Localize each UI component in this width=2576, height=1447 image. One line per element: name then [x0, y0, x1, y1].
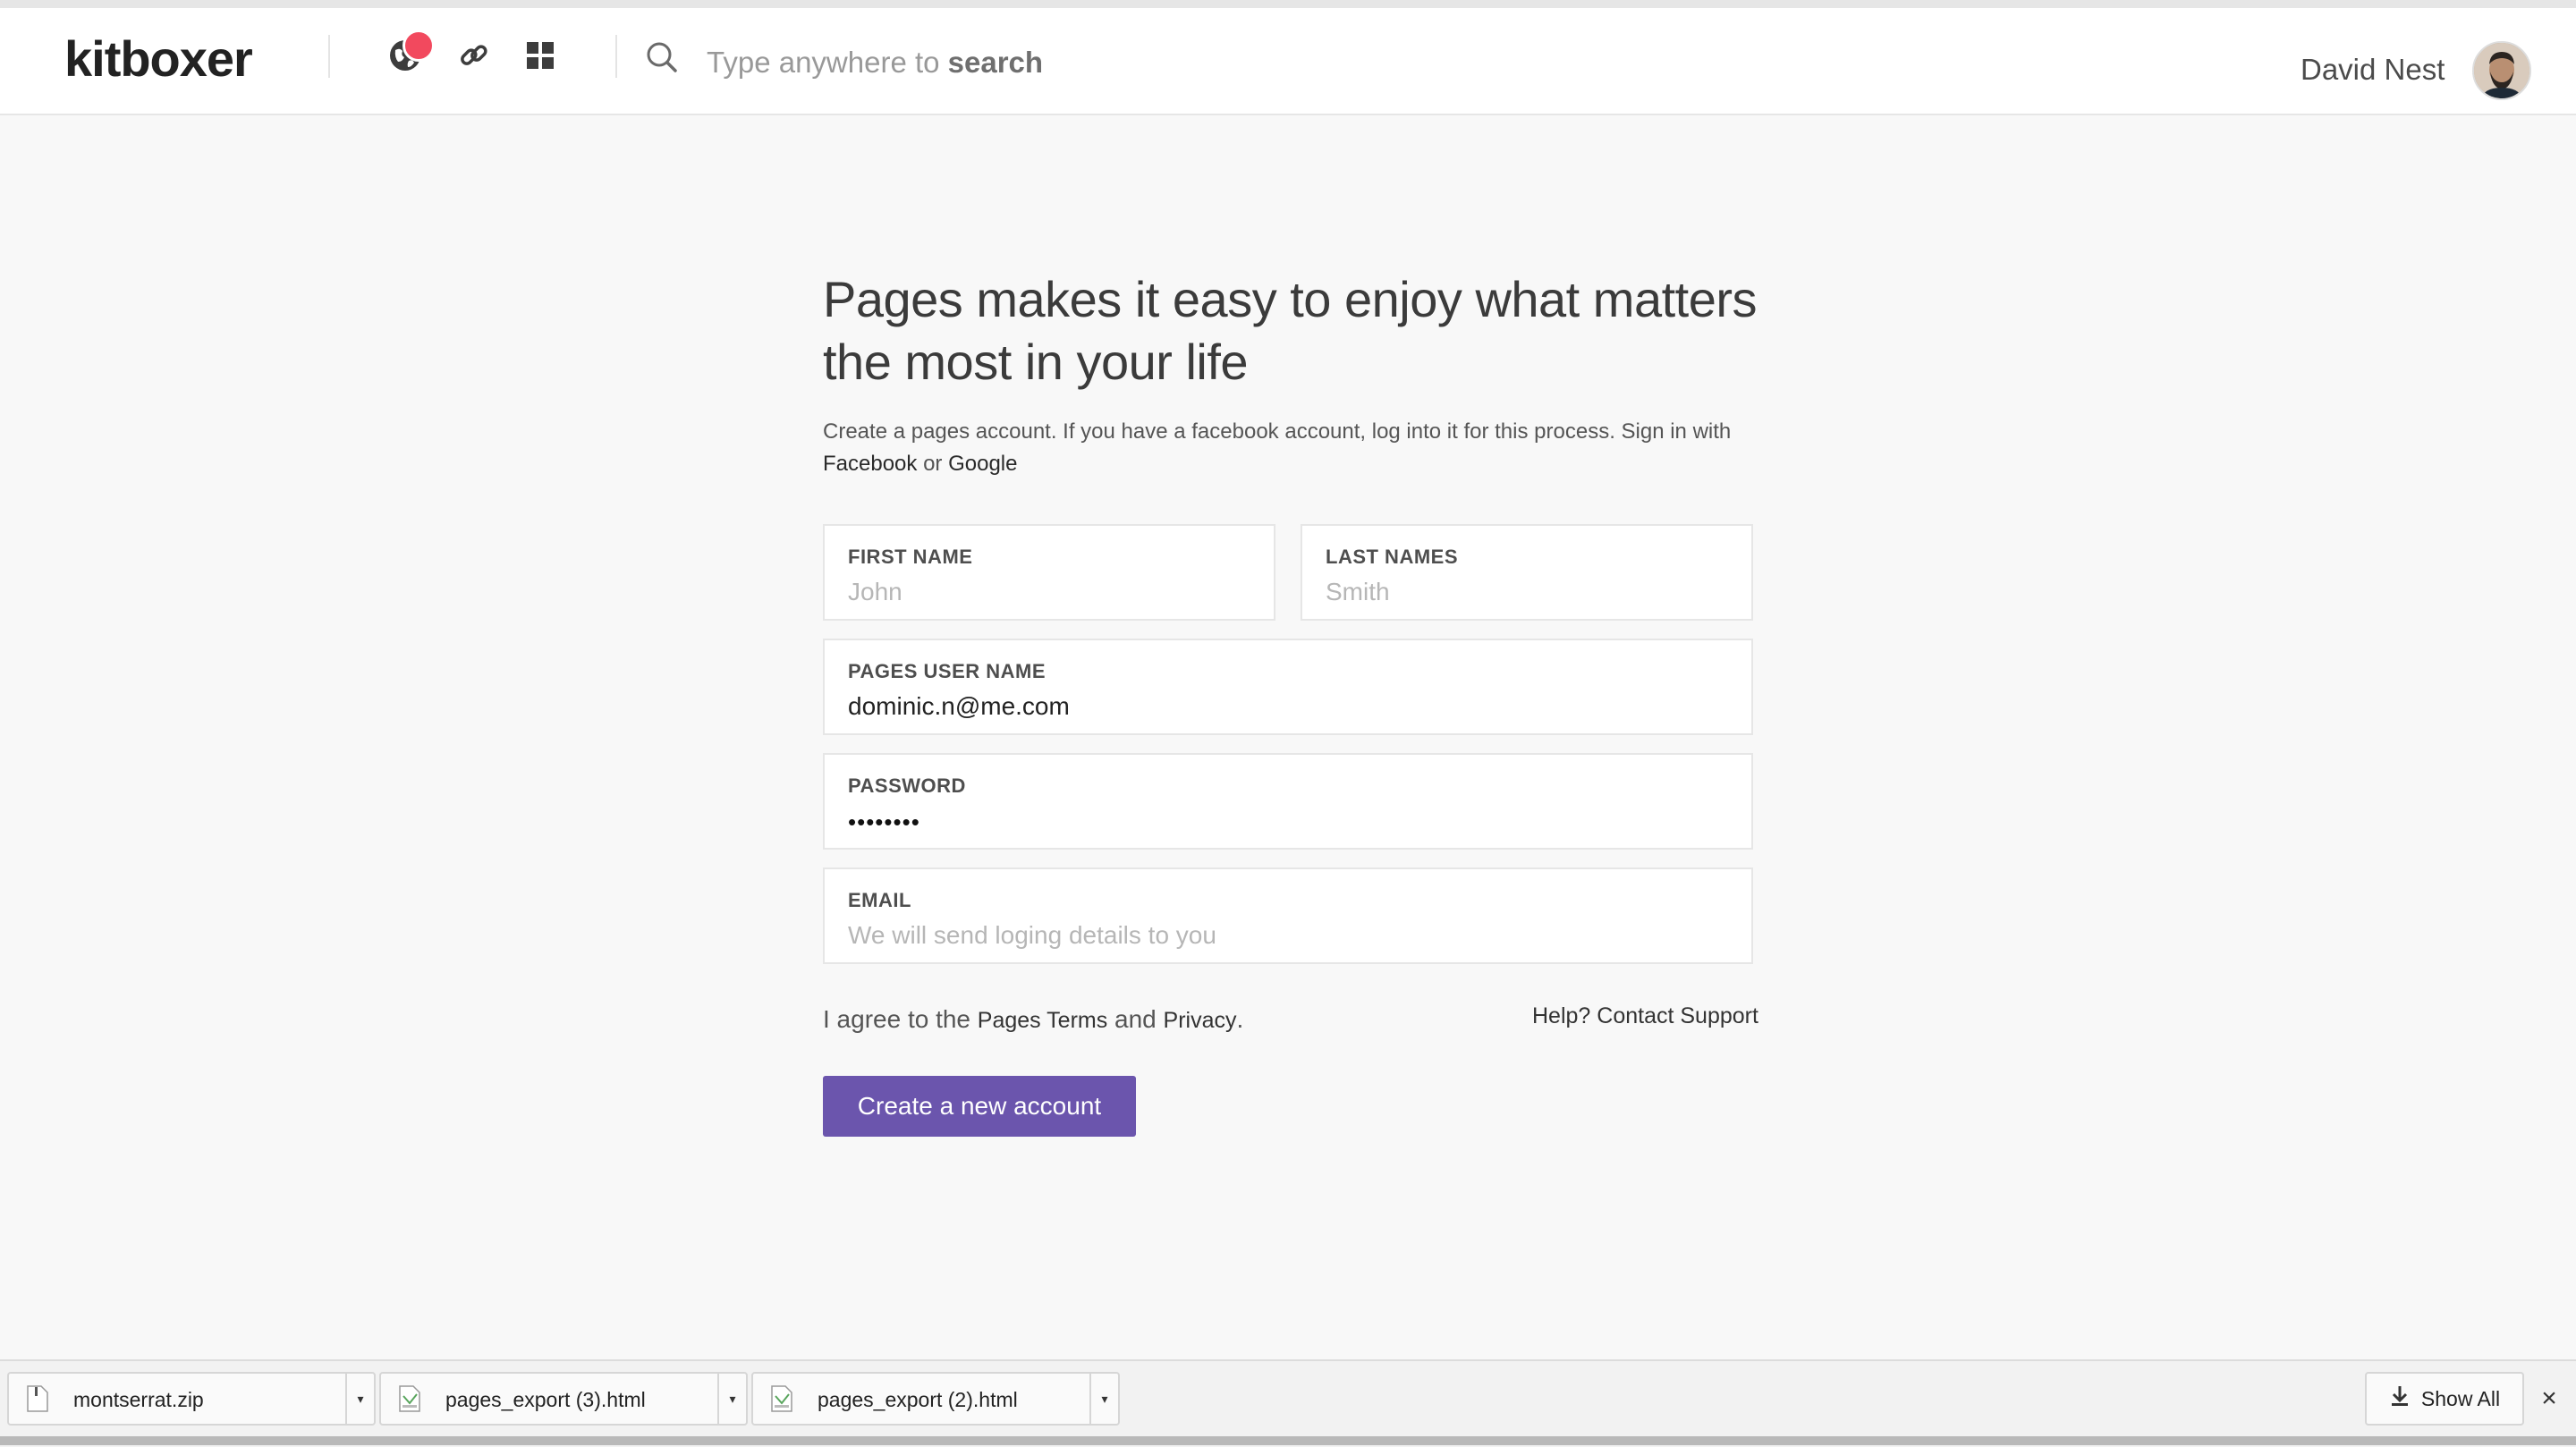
- header-divider: [615, 35, 617, 78]
- search-icon: [644, 39, 683, 79]
- last-names-field[interactable]: LAST NAMES Smith: [1301, 524, 1753, 621]
- agree-prefix: I agree to the: [823, 1005, 978, 1033]
- download-item[interactable]: montserrat.zip ▾: [7, 1372, 376, 1426]
- close-icon[interactable]: ×: [2533, 1383, 2565, 1415]
- link-icon[interactable]: [453, 34, 496, 77]
- page-title-line: the most in your life: [823, 334, 1249, 390]
- email-input[interactable]: We will send loging details to you: [848, 921, 1728, 950]
- contact-support-link[interactable]: Contact Support: [1597, 1003, 1758, 1028]
- search-placeholder-bold: search: [947, 46, 1044, 79]
- password-field[interactable]: PASSWORD ••••••••: [823, 753, 1753, 850]
- email-label: EMAIL: [848, 889, 911, 911]
- html-file-icon: [771, 1385, 792, 1412]
- last-names-label: LAST NAMES: [1326, 546, 1458, 568]
- browser-top-border: [0, 0, 2576, 8]
- download-filename: montserrat.zip: [73, 1388, 204, 1411]
- search-input[interactable]: Type anywhere to search: [707, 46, 1043, 80]
- terms-link[interactable]: Pages Terms: [978, 1008, 1107, 1033]
- privacy-link[interactable]: Privacy: [1164, 1008, 1237, 1033]
- show-all-label: Show All: [2420, 1386, 2501, 1410]
- username-label: PAGES USER NAME: [848, 660, 1046, 682]
- create-account-button[interactable]: Create a new account: [823, 1076, 1136, 1137]
- chevron-down-icon[interactable]: ▾: [717, 1374, 746, 1424]
- username-input[interactable]: dominic.n@me.com: [848, 692, 1728, 721]
- top-header: kitboxer Type anywhere to search David N…: [0, 8, 2576, 115]
- download-filename: pages_export (2).html: [818, 1388, 1018, 1411]
- google-link[interactable]: Google: [948, 452, 1017, 476]
- notification-badge: [402, 30, 435, 62]
- intro-description: Create a pages account. If you have a fa…: [823, 419, 1732, 444]
- download-item[interactable]: pages_export (2).html ▾: [751, 1372, 1120, 1426]
- grid-icon[interactable]: [519, 34, 562, 77]
- avatar[interactable]: [2472, 41, 2531, 100]
- agree-suffix: .: [1236, 1005, 1244, 1033]
- intro-or: or: [917, 452, 949, 476]
- page-title: Pages makes it easy to enjoy what matter…: [823, 268, 1807, 393]
- last-names-input[interactable]: Smith: [1326, 578, 1728, 606]
- zip-file-icon: [27, 1385, 48, 1412]
- username-field[interactable]: PAGES USER NAME dominic.n@me.com: [823, 639, 1753, 735]
- downloads-bar: montserrat.zip ▾ pages_export (3).html ▾…: [0, 1359, 2576, 1447]
- search-placeholder-text: Type anywhere to: [707, 46, 948, 79]
- email-field[interactable]: EMAIL We will send loging details to you: [823, 867, 1753, 964]
- user-name[interactable]: David Nest: [2301, 53, 2445, 87]
- app-logo[interactable]: kitboxer: [64, 30, 253, 88]
- chevron-down-icon[interactable]: ▾: [1089, 1374, 1118, 1424]
- help-prefix: Help?: [1532, 1003, 1597, 1028]
- first-name-label: FIRST NAME: [848, 546, 973, 568]
- download-item[interactable]: pages_export (3).html ▾: [379, 1372, 748, 1426]
- first-name-input[interactable]: John: [848, 578, 1250, 606]
- first-name-field[interactable]: FIRST NAME John: [823, 524, 1275, 621]
- header-divider: [328, 35, 330, 78]
- html-file-icon: [399, 1385, 420, 1412]
- page-title-line: Pages makes it easy to enjoy what matter…: [823, 271, 1758, 327]
- password-input[interactable]: ••••••••: [848, 808, 1728, 836]
- window-bottom-edge: [0, 1436, 2576, 1445]
- download-filename: pages_export (3).html: [445, 1388, 646, 1411]
- download-icon: [2389, 1384, 2411, 1413]
- facebook-link[interactable]: Facebook: [823, 452, 917, 476]
- password-label: PASSWORD: [848, 774, 966, 797]
- chevron-down-icon[interactable]: ▾: [345, 1374, 374, 1424]
- show-all-button[interactable]: Show All: [2365, 1372, 2524, 1426]
- terms-agreement: I agree to the Pages Terms and Privacy.: [823, 1005, 1243, 1034]
- help-text: Help? Contact Support: [1532, 1003, 1758, 1029]
- intro-text: Create a pages account. If you have a fa…: [823, 416, 1771, 480]
- agree-and: and: [1107, 1005, 1164, 1033]
